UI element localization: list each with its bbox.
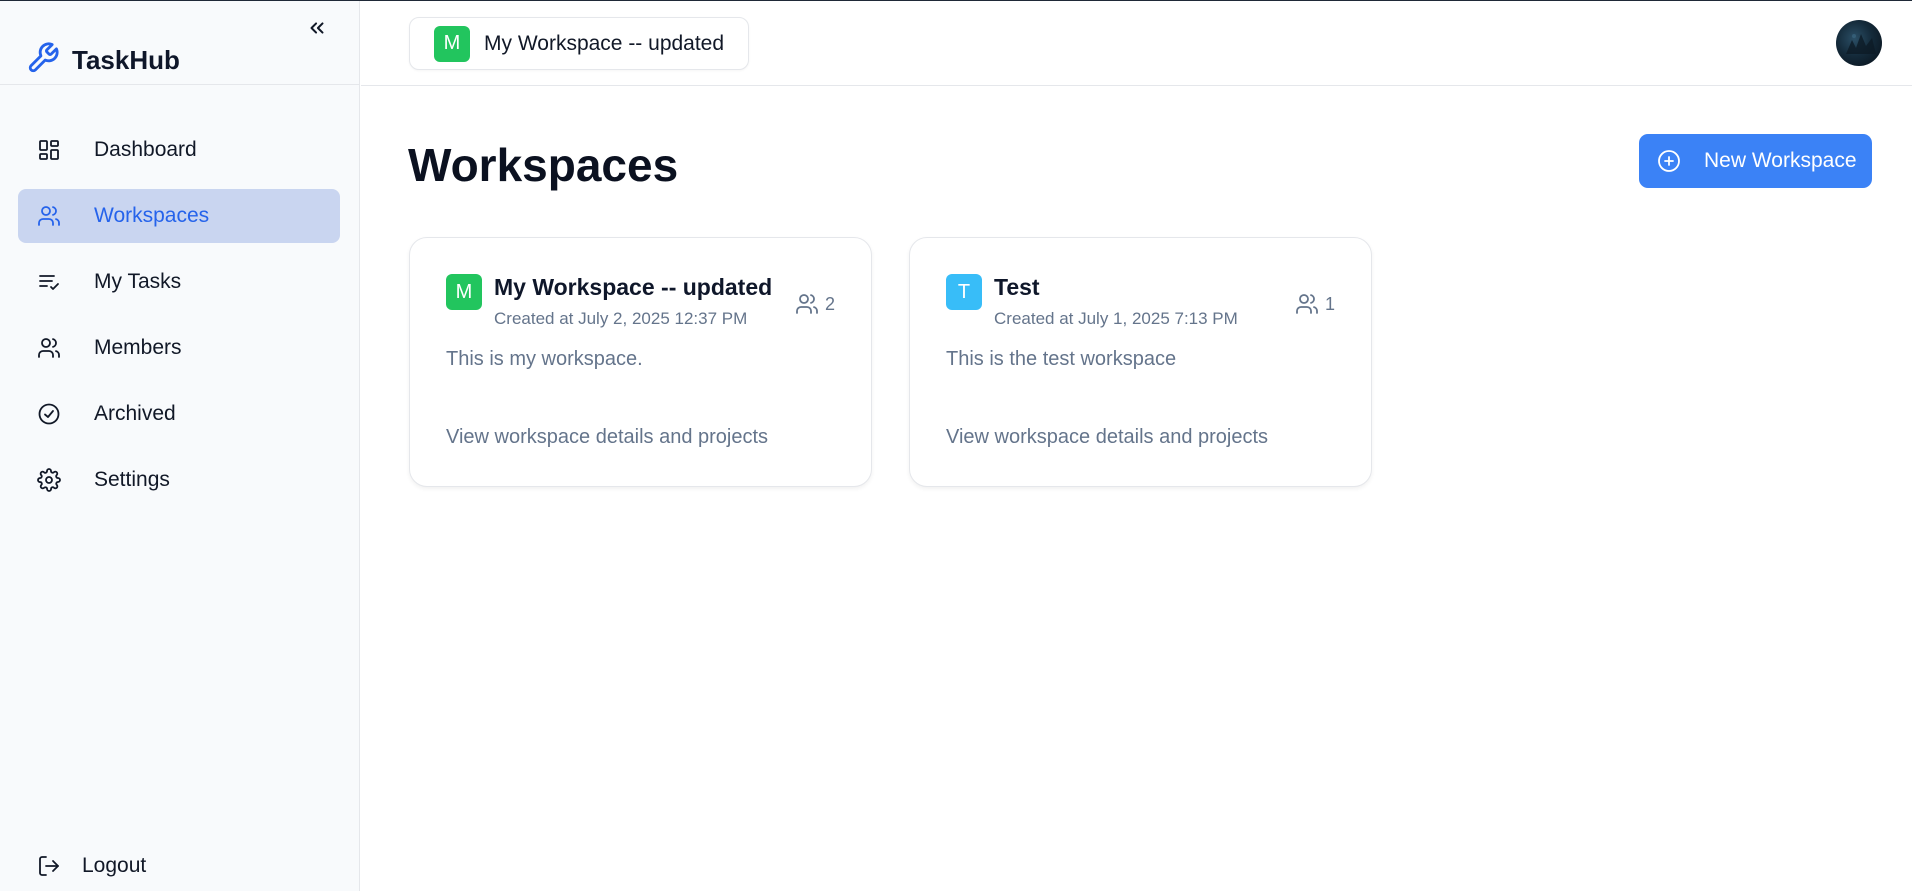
- workspace-name: My Workspace -- updated: [494, 274, 773, 300]
- users-icon: [1295, 292, 1319, 316]
- workspace-card[interactable]: T Test Created at July 1, 2025 7:13 PM 1…: [909, 237, 1372, 487]
- chevrons-left-icon: [310, 22, 324, 34]
- workspace-description: This is my workspace.: [446, 348, 643, 370]
- plus-circle-icon: [1656, 148, 1682, 174]
- users-icon: [36, 203, 62, 229]
- workspace-created: Created at July 2, 2025 12:37 PM: [494, 309, 748, 328]
- sidebar-nav: Dashboard Workspaces My Tasks Members Ar…: [18, 123, 340, 519]
- member-count: 1: [1295, 292, 1335, 316]
- sidebar-item-dashboard[interactable]: Dashboard: [18, 123, 340, 177]
- sidebar-item-label: Members: [94, 336, 182, 359]
- sidebar-item-label: My Tasks: [94, 270, 182, 293]
- avatar[interactable]: [1836, 20, 1882, 66]
- list-checks-icon: [36, 269, 62, 295]
- workspace-created: Created at July 1, 2025 7:13 PM: [994, 309, 1238, 328]
- logout-icon: [36, 853, 62, 879]
- workspace-name: Test: [994, 274, 1040, 300]
- member-count-value: 1: [1324, 293, 1335, 314]
- sidebar-item-label: Settings: [94, 468, 170, 491]
- users-icon: [36, 335, 62, 361]
- member-count-value: 2: [824, 293, 835, 314]
- logout-label: Logout: [82, 854, 147, 877]
- brand-header: TaskHub: [0, 1, 359, 85]
- sidebar-item-label: Archived: [94, 402, 176, 425]
- current-workspace-name: My Workspace -- updated: [484, 31, 725, 55]
- sidebar-item-members[interactable]: Members: [18, 321, 340, 375]
- gear-icon: [36, 467, 62, 493]
- check-circle-icon: [36, 401, 62, 427]
- workspace-details-link[interactable]: View workspace details and projects: [946, 426, 1268, 449]
- sidebar-item-label: Dashboard: [94, 138, 197, 161]
- new-workspace-button[interactable]: New Workspace: [1639, 134, 1872, 188]
- member-count: 2: [795, 292, 835, 316]
- new-workspace-label: New Workspace: [1704, 149, 1857, 172]
- workspace-description: This is the test workspace: [946, 348, 1177, 370]
- workspace-badge: M: [434, 25, 470, 62]
- top-header: M My Workspace -- updated: [361, 1, 1912, 86]
- sidebar-item-label: Workspaces: [94, 204, 210, 227]
- wrench-icon: [26, 41, 60, 75]
- workspace-details-link[interactable]: View workspace details and projects: [446, 426, 768, 449]
- sidebar-item-workspaces[interactable]: Workspaces: [18, 189, 340, 243]
- app-name: TaskHub: [72, 45, 180, 75]
- logout-button[interactable]: Logout: [36, 853, 146, 879]
- sidebar-item-my-tasks[interactable]: My Tasks: [18, 255, 340, 309]
- workspace-badge: M: [446, 274, 482, 310]
- workspace-card[interactable]: M My Workspace -- updated Created at Jul…: [409, 237, 872, 487]
- layout-dashboard-icon: [36, 137, 62, 163]
- sidebar-item-settings[interactable]: Settings: [18, 453, 340, 507]
- workspace-switcher[interactable]: M My Workspace -- updated: [409, 17, 749, 70]
- collapse-sidebar-button[interactable]: [302, 13, 332, 43]
- sidebar: TaskHub Dashboard Workspaces My Tasks Me…: [0, 1, 360, 891]
- page-title: Workspaces: [408, 139, 679, 191]
- users-icon: [795, 292, 819, 316]
- sidebar-item-archived[interactable]: Archived: [18, 387, 340, 441]
- workspace-badge: T: [946, 274, 982, 310]
